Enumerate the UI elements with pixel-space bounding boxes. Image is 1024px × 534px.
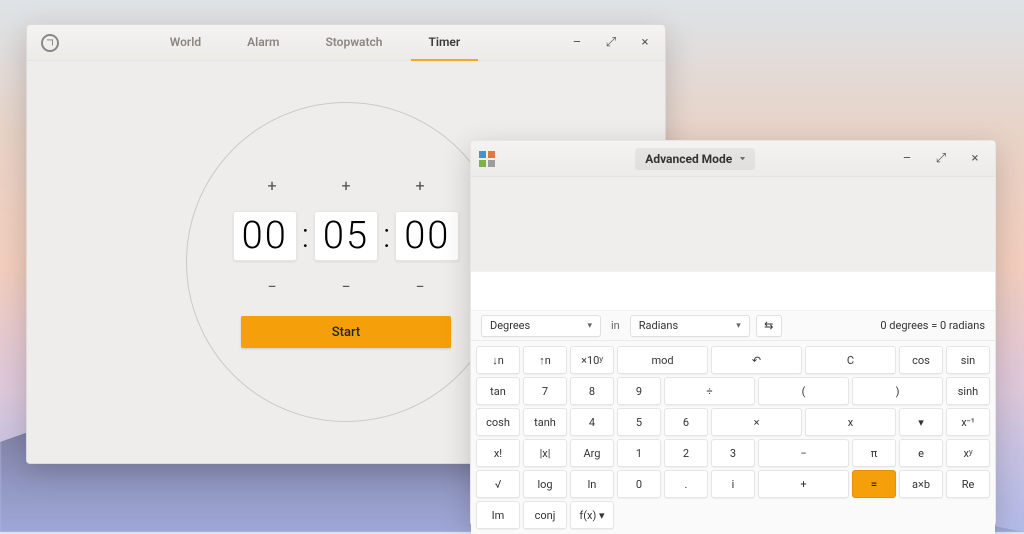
key-fx[interactable]: f(x) ▾ <box>570 501 614 529</box>
key-[interactable]: = <box>852 470 896 498</box>
calculator-icon <box>479 151 495 167</box>
key-x[interactable]: x! <box>476 439 520 467</box>
maximize-button[interactable]: ⤢ <box>929 147 953 171</box>
key-4[interactable]: 4 <box>570 408 614 436</box>
key-n[interactable]: ↓n <box>476 346 520 374</box>
key-im[interactable]: Im <box>476 501 520 529</box>
calculator-window: Advanced Mode ▾ – ⤢ × Degrees ▾ in Radia… <box>470 140 996 526</box>
key-9[interactable]: 9 <box>617 377 661 405</box>
colon: : <box>382 216 391 256</box>
clock-icon <box>41 34 59 52</box>
key-[interactable]: ) <box>852 377 943 405</box>
key-7[interactable]: 7 <box>523 377 567 405</box>
conversion-row: Degrees ▾ in Radians ▾ ⇆ 0 degrees = 0 r… <box>471 311 995 341</box>
key-c[interactable]: C <box>805 346 896 374</box>
key-sin[interactable]: sin <box>946 346 990 374</box>
key-i[interactable]: i <box>711 470 755 498</box>
chevron-down-icon: ▾ <box>736 321 741 331</box>
hours-minus[interactable]: − <box>257 277 287 296</box>
calculator-display <box>471 177 995 311</box>
from-unit-select[interactable]: Degrees ▾ <box>481 315 601 337</box>
hours-field[interactable]: 00 <box>233 211 297 261</box>
key-[interactable]: ▾ <box>899 408 943 436</box>
tab-timer[interactable]: Timer <box>411 25 479 61</box>
close-button[interactable]: × <box>633 31 657 55</box>
key-6[interactable]: 6 <box>664 408 708 436</box>
history-area[interactable] <box>471 177 995 271</box>
key-[interactable]: ÷ <box>664 377 755 405</box>
seconds-plus[interactable]: + <box>405 176 435 195</box>
key-[interactable]: π <box>852 439 896 467</box>
key-8[interactable]: 8 <box>570 377 614 405</box>
key-tanh[interactable]: tanh <box>523 408 567 436</box>
conversion-result: 0 degrees = 0 radians <box>880 319 985 332</box>
mode-selector[interactable]: Advanced Mode ▾ <box>635 148 754 170</box>
close-button[interactable]: × <box>963 147 987 171</box>
seconds-minus[interactable]: − <box>405 277 435 296</box>
seconds-field[interactable]: 00 <box>395 211 459 261</box>
mode-label: Advanced Mode <box>645 152 732 166</box>
start-button[interactable]: Start <box>241 316 451 348</box>
chevron-down-icon: ▾ <box>587 321 592 331</box>
minutes-minus[interactable]: − <box>331 277 361 296</box>
maximize-button[interactable]: ⤢ <box>599 31 623 55</box>
key-3[interactable]: 3 <box>711 439 755 467</box>
key-ab[interactable]: a×b <box>899 470 943 498</box>
key-conj[interactable]: conj <box>523 501 567 529</box>
keypad: ↓n↑n×10ʸmod↶Ccossin tan789÷()sinh coshtanh… <box>471 341 995 534</box>
tab-stopwatch[interactable]: Stopwatch <box>307 25 400 61</box>
chevron-down-icon: ▾ <box>740 156 745 162</box>
key-x[interactable]: x⁻¹ <box>946 408 990 436</box>
key-e[interactable]: e <box>899 439 943 467</box>
key-ln[interactable]: ln <box>570 470 614 498</box>
minutes-field[interactable]: 05 <box>314 211 378 261</box>
key-x[interactable]: x <box>805 408 896 436</box>
key-log[interactable]: log <box>523 470 567 498</box>
key-1[interactable]: 1 <box>617 439 661 467</box>
key-cosh[interactable]: cosh <box>476 408 520 436</box>
key-2[interactable]: 2 <box>664 439 708 467</box>
key-mod[interactable]: mod <box>617 346 708 374</box>
key-[interactable]: × <box>711 408 802 436</box>
from-unit-label: Degrees <box>490 319 530 332</box>
clocks-titlebar: World Alarm Stopwatch Timer – ⤢ × <box>27 25 665 61</box>
key-[interactable]: ↶ <box>711 346 802 374</box>
to-unit-select[interactable]: Radians ▾ <box>630 315 750 337</box>
increment-row: + + + <box>257 176 435 195</box>
input-area[interactable] <box>471 271 995 311</box>
tab-world[interactable]: World <box>152 25 219 61</box>
key-[interactable]: − <box>758 439 849 467</box>
key-[interactable]: . <box>664 470 708 498</box>
key-0[interactable]: 0 <box>617 470 661 498</box>
key-x[interactable]: |x| <box>523 439 567 467</box>
key-x[interactable]: xʸ <box>946 439 990 467</box>
timer-controls: + + + 00 : 05 : 00 − − − Start <box>233 176 460 348</box>
minimize-button[interactable]: – <box>565 31 589 55</box>
key-tan[interactable]: tan <box>476 377 520 405</box>
clocks-tabs: World Alarm Stopwatch Timer <box>65 25 565 61</box>
key-sinh[interactable]: sinh <box>946 377 990 405</box>
calculator-titlebar: Advanced Mode ▾ – ⤢ × <box>471 141 995 177</box>
in-label: in <box>607 319 624 332</box>
colon: : <box>301 216 310 256</box>
key-cos[interactable]: cos <box>899 346 943 374</box>
hours-plus[interactable]: + <box>257 176 287 195</box>
swap-units-button[interactable]: ⇆ <box>756 315 782 337</box>
key-10[interactable]: ×10ʸ <box>570 346 614 374</box>
minimize-button[interactable]: – <box>895 147 919 171</box>
key-[interactable]: + <box>758 470 849 498</box>
key-n[interactable]: ↑n <box>523 346 567 374</box>
key-arg[interactable]: Arg <box>570 439 614 467</box>
key-5[interactable]: 5 <box>617 408 661 436</box>
to-unit-label: Radians <box>639 319 678 332</box>
tab-alarm[interactable]: Alarm <box>229 25 297 61</box>
timer-digits: 00 : 05 : 00 <box>233 211 460 261</box>
decrement-row: − − − <box>257 277 435 296</box>
calculator-window-controls: – ⤢ × <box>895 147 987 171</box>
key-[interactable]: √ <box>476 470 520 498</box>
minutes-plus[interactable]: + <box>331 176 361 195</box>
key-re[interactable]: Re <box>946 470 990 498</box>
key-[interactable]: ( <box>758 377 849 405</box>
clocks-window-controls: – ⤢ × <box>565 31 657 55</box>
